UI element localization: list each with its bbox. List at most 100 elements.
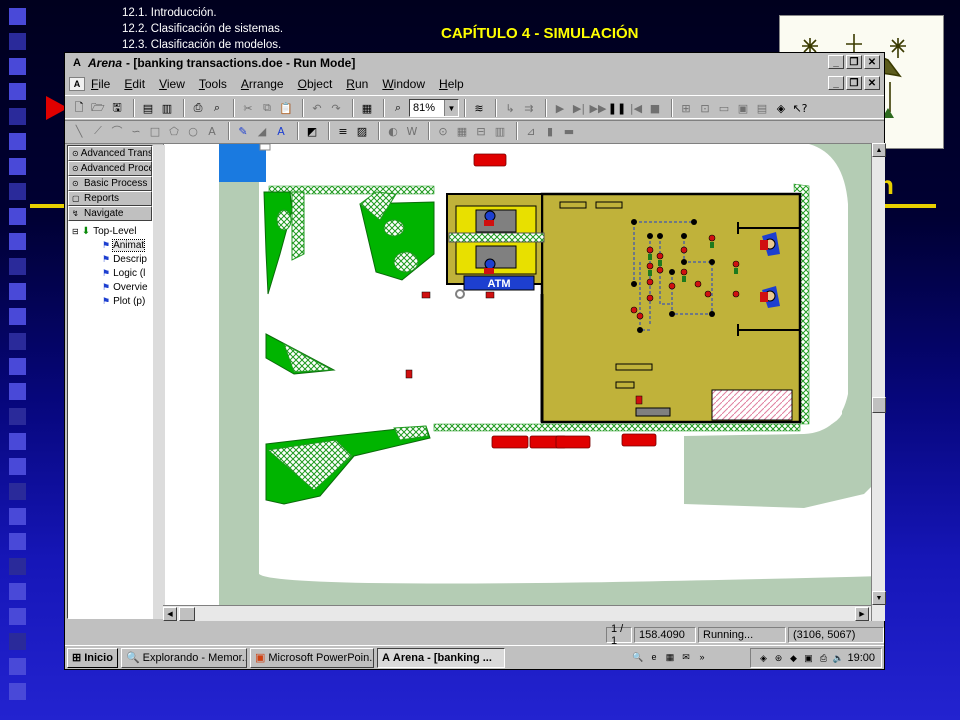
horizontal-scroll-thumb[interactable] — [179, 607, 195, 621]
doc-close-button[interactable]: ✕ — [864, 76, 880, 90]
menu-view[interactable]: View — [159, 77, 185, 91]
variable-icon[interactable]: ⊟ — [473, 123, 489, 139]
queue-icon[interactable]: ▬ — [561, 123, 577, 139]
task-arena[interactable]: A Arena - [banking ... — [376, 647, 505, 668]
ellipse-tool-icon[interactable]: ○ — [185, 123, 201, 139]
save-icon[interactable]: 🖫 — [109, 100, 125, 116]
line-tool-icon[interactable]: ╲ — [71, 123, 87, 139]
step-icon[interactable]: ▶| — [571, 100, 587, 116]
tray-app-icon[interactable]: ◈ — [757, 652, 769, 664]
minimize-button[interactable]: _ — [828, 55, 844, 69]
tree-item-overview[interactable]: ⚑ Overvie — [68, 280, 152, 294]
fill-color-icon[interactable]: ◢ — [254, 123, 270, 139]
menu-arrange[interactable]: Arrange — [241, 77, 284, 91]
panel-advanced-process[interactable]: ⊙Advanced Process — [68, 161, 152, 176]
tree-item-animation[interactable]: ⚑ Animat — [68, 238, 152, 252]
vertical-scroll-thumb[interactable] — [872, 397, 886, 413]
outlook-icon[interactable]: ✉ — [679, 650, 693, 664]
menu-run[interactable]: Run — [346, 77, 368, 91]
copy-icon[interactable]: ⧉ — [259, 100, 275, 116]
window-titlebar[interactable]: A Arena - [banking transactions.doe - Ru… — [65, 53, 884, 73]
tray-volume-icon[interactable]: 🔈 — [832, 652, 844, 664]
collapse-icon[interactable]: ⊟ — [72, 227, 79, 236]
template-detach-icon[interactable]: ▥ — [159, 100, 175, 116]
search-icon[interactable]: 🔍 — [631, 650, 645, 664]
cut-icon[interactable]: ✂ — [240, 100, 256, 116]
more-icon[interactable]: » — [695, 650, 709, 664]
fast-forward-icon[interactable]: ▶▶ — [590, 100, 607, 116]
line-color-icon[interactable]: ✎ — [235, 123, 251, 139]
canvas-vertical-scrollbar[interactable]: ▲ ▼ — [871, 143, 886, 621]
doc-restore-button[interactable]: ❐ — [846, 76, 862, 90]
document-menu-icon[interactable]: A — [69, 77, 85, 91]
panel-basic-process[interactable]: ⊙ Basic Process — [68, 176, 152, 191]
menu-window[interactable]: Window — [382, 77, 425, 91]
model-canvas[interactable]: ATM — [163, 143, 884, 621]
layers-icon[interactable]: ▦ — [359, 100, 375, 116]
tree-item-logic[interactable]: ⚑ Logic (l — [68, 266, 152, 280]
watch-icon[interactable]: ▭ — [716, 100, 732, 116]
template-attach-icon[interactable]: ▤ — [140, 100, 156, 116]
connect-icon[interactable]: ↳ — [502, 100, 518, 116]
text-color-icon[interactable]: A — [273, 123, 289, 139]
task-explorer[interactable]: 🔍 Explorando - Memor... — [120, 647, 247, 668]
menu-help[interactable]: Help — [439, 77, 464, 91]
plot-icon[interactable]: ⊿ — [523, 123, 539, 139]
panel-advanced-transfer[interactable]: ⊙Advanced Transfer — [68, 146, 152, 161]
menu-edit[interactable]: Edit — [124, 77, 145, 91]
panel-reports[interactable]: ▢ Reports — [68, 191, 152, 206]
pause-icon[interactable]: ❚❚ — [608, 100, 626, 116]
polygon-tool-icon[interactable]: ⬠ — [166, 123, 182, 139]
date-icon[interactable]: ▦ — [454, 123, 470, 139]
menu-object[interactable]: Object — [298, 77, 333, 91]
box-tool-icon[interactable]: □ — [147, 123, 163, 139]
arc-tool-icon[interactable]: ⌒ — [109, 123, 125, 139]
calendar-icon[interactable]: ▣ — [735, 100, 751, 116]
open-file-icon[interactable]: 🗁 — [90, 100, 106, 116]
ie-icon[interactable]: e — [647, 650, 661, 664]
command-icon[interactable]: ⊞ — [678, 100, 694, 116]
clock-icon[interactable]: ⊙ — [435, 123, 451, 139]
close-button[interactable]: ✕ — [864, 55, 880, 69]
animate-icon[interactable]: ◐ — [385, 123, 401, 139]
new-file-icon[interactable]: 🗋 — [71, 100, 87, 116]
menu-file[interactable]: File — [91, 77, 110, 91]
break-icon[interactable]: ⊡ — [697, 100, 713, 116]
tray-network-icon[interactable]: ⊛ — [772, 652, 784, 664]
bezier-tool-icon[interactable]: ∽ — [128, 123, 144, 139]
tree-root[interactable]: ⊟ ⬇ Top-Level — [68, 224, 152, 238]
canvas-horizontal-scrollbar[interactable]: ◀ ▶ — [163, 605, 871, 621]
break-on-icon[interactable]: ◈ — [773, 100, 789, 116]
restore-button[interactable]: ❐ — [846, 55, 862, 69]
start-button[interactable]: ⊞ Inicio — [67, 647, 118, 668]
print-preview-icon[interactable]: ⌕ — [209, 100, 225, 116]
undo-icon[interactable]: ↶ — [309, 100, 325, 116]
tray-antivirus-icon[interactable]: ◆ — [787, 652, 799, 664]
station-icon[interactable]: ⇉ — [521, 100, 537, 116]
context-help-icon[interactable]: ↖? — [792, 100, 808, 116]
menu-tools[interactable]: Tools — [199, 77, 227, 91]
zoom-icon[interactable]: ⌕ — [390, 100, 406, 116]
highlight-icon[interactable]: ▤ — [754, 100, 770, 116]
line-style-icon[interactable]: ▨ — [354, 123, 370, 139]
doc-minimize-button[interactable]: _ — [828, 76, 844, 90]
scroll-down-icon[interactable]: ▼ — [872, 591, 886, 605]
text-tool-icon[interactable]: A — [204, 123, 220, 139]
layers-toggle-icon[interactable]: ≋ — [471, 100, 487, 116]
end-icon[interactable]: ■ — [647, 100, 663, 116]
run-go-icon[interactable]: ▶ — [552, 100, 568, 116]
tree-item-plot[interactable]: ⚑ Plot (p) — [68, 294, 152, 308]
print-icon[interactable]: ⎙ — [190, 100, 206, 116]
panel-navigate[interactable]: ↯ Navigate — [68, 206, 152, 221]
polyline-tool-icon[interactable]: ⟋ — [90, 123, 106, 139]
histogram-icon[interactable]: ▮ — [542, 123, 558, 139]
task-powerpoint[interactable]: ▣ Microsoft PowerPoin... — [249, 647, 374, 668]
tray-display-icon[interactable]: ▣ — [802, 652, 814, 664]
window-bg-color-icon[interactable]: ◩ — [304, 123, 320, 139]
tree-item-description[interactable]: ⚑ Descrip — [68, 252, 152, 266]
scroll-up-icon[interactable]: ▲ — [872, 143, 886, 157]
scroll-right-icon[interactable]: ▶ — [855, 607, 869, 621]
level-icon[interactable]: ▥ — [492, 123, 508, 139]
wrench-icon[interactable]: W — [404, 123, 420, 139]
chevron-down-icon[interactable]: ▼ — [444, 100, 458, 116]
